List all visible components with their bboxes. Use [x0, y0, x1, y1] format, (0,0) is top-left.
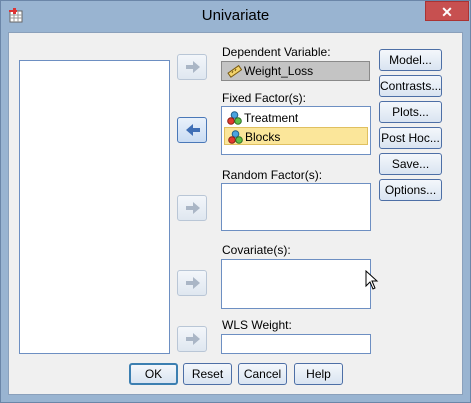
reset-button[interactable]: Reset — [183, 363, 232, 385]
help-button[interactable]: Help — [294, 363, 343, 385]
dependent-variable-field[interactable]: Weight_Loss — [221, 61, 370, 81]
fixed-factor-item-treatment[interactable]: Treatment — [224, 109, 298, 127]
fixed-factor-item-blocks[interactable]: Blocks — [224, 127, 368, 145]
right-arrow-icon — [186, 277, 200, 289]
right-arrow-icon — [186, 61, 200, 73]
dependent-variable-item[interactable]: Weight_Loss — [224, 62, 313, 80]
left-arrow-icon — [186, 124, 200, 136]
dialog-body: Dependent Variable: Weight_Loss Fixed Fa… — [8, 32, 463, 395]
fixed-factors-list[interactable]: Treatment Blocks — [221, 106, 371, 155]
model-button[interactable]: Model... — [379, 49, 442, 71]
close-button[interactable]: ✕ — [425, 1, 469, 21]
right-arrow-icon — [186, 333, 200, 345]
wls-weight-label: WLS Weight: — [222, 318, 292, 332]
mouse-pointer-icon — [365, 270, 379, 290]
fixed-factor-name: Blocks — [245, 130, 281, 144]
move-to-covariate-button[interactable] — [177, 270, 207, 296]
move-to-random-factor-button[interactable] — [177, 195, 207, 221]
fixed-factor-name: Treatment — [244, 111, 299, 125]
random-factors-label: Random Factor(s): — [222, 168, 323, 182]
window-title: Univariate — [201, 7, 270, 24]
nominal-variable-icon — [227, 111, 242, 125]
dependent-variable-name: Weight_Loss — [244, 64, 314, 78]
covariates-label: Covariate(s): — [222, 243, 291, 257]
title-bar[interactable]: Univariate ✕ — [1, 1, 470, 32]
move-to-wls-weight-button[interactable] — [177, 326, 207, 352]
right-arrow-icon — [186, 202, 200, 214]
contrasts-button[interactable]: Contrasts... — [379, 75, 442, 97]
univariate-dialog: Univariate ✕ Dependent Variable: Weight_… — [0, 0, 471, 403]
dependent-variable-label: Dependent Variable: — [222, 45, 331, 59]
covariates-list[interactable] — [221, 259, 371, 309]
move-to-fixed-factor-button[interactable] — [177, 117, 207, 143]
fixed-factors-label: Fixed Factor(s): — [222, 91, 307, 105]
ruler-icon — [227, 64, 242, 78]
cancel-button[interactable]: Cancel — [238, 363, 287, 385]
source-variable-list[interactable] — [19, 60, 170, 354]
random-factors-list[interactable] — [221, 183, 371, 231]
options-button[interactable]: Options... — [379, 179, 442, 201]
wls-weight-field[interactable] — [221, 334, 371, 354]
save-button[interactable]: Save... — [379, 153, 442, 175]
plots-button[interactable]: Plots... — [379, 101, 442, 123]
ok-button[interactable]: OK — [129, 363, 178, 385]
post-hoc-button[interactable]: Post Hoc... — [379, 127, 442, 149]
nominal-variable-icon — [228, 130, 243, 144]
move-to-dependent-button[interactable] — [177, 54, 207, 80]
